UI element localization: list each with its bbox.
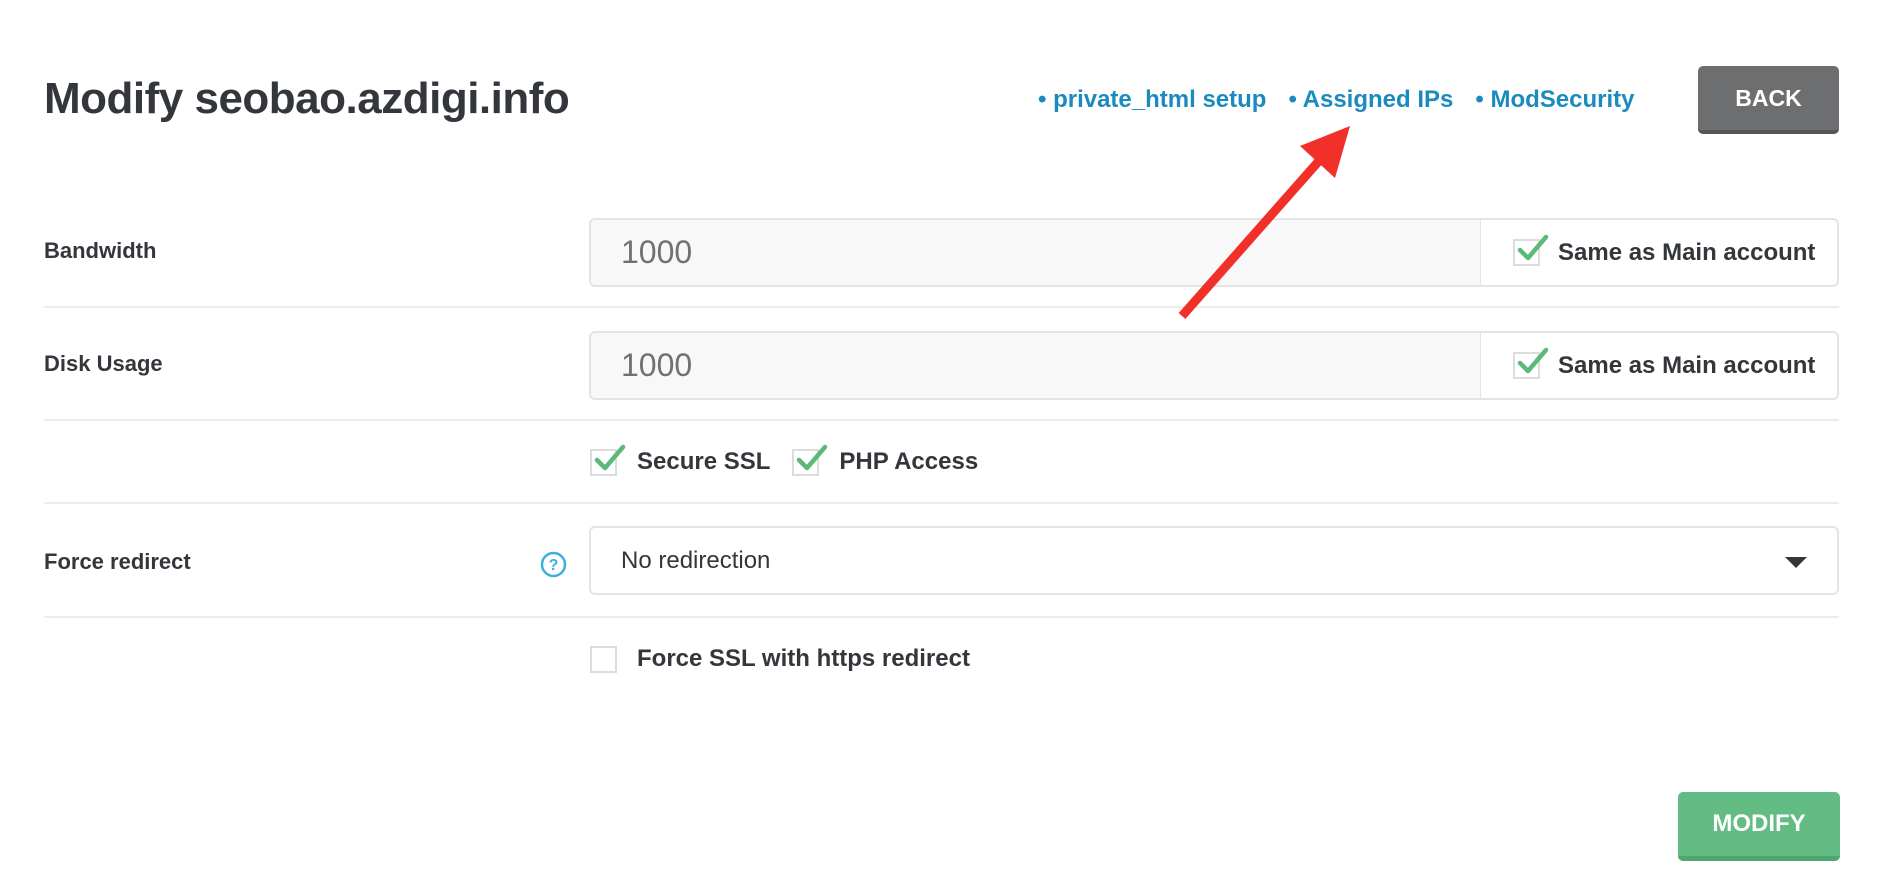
header-links: • private_html setup • Assigned IPs • Mo…: [1038, 86, 1634, 114]
disk-usage-input-group: 1000 Same as Main account: [589, 331, 1839, 400]
disk-usage-same-as-main[interactable]: Same as Main account: [1481, 331, 1839, 400]
bandwidth-same-checkbox[interactable]: [1513, 234, 1549, 266]
check-icon: [1517, 347, 1549, 374]
secure-ssl-checkbox[interactable]: [590, 444, 626, 476]
divider: [44, 502, 1839, 504]
disk-usage-input[interactable]: 1000: [589, 331, 1481, 400]
bandwidth-same-label: Same as Main account: [1558, 238, 1816, 266]
check-icon: [594, 444, 626, 470]
caret-down-icon: [1785, 557, 1807, 568]
modify-button[interactable]: MODIFY: [1678, 792, 1840, 861]
force-redirect-label: Force redirect: [44, 549, 191, 574]
php-access-checkbox[interactable]: [792, 444, 828, 476]
force-ssl-label: Force SSL with https redirect: [637, 645, 970, 672]
bandwidth-input-group: 1000 Same as Main account: [589, 218, 1839, 287]
force-ssl-row: Force SSL with https redirect: [590, 645, 992, 673]
page-title: Modify seobao.azdigi.info: [44, 74, 570, 123]
assigned-ips-link[interactable]: • Assigned IPs: [1288, 86, 1453, 114]
bandwidth-label: Bandwidth: [44, 238, 157, 263]
secure-ssl-label: Secure SSL: [637, 448, 771, 475]
divider: [44, 306, 1839, 308]
check-icon: [1517, 234, 1549, 261]
check-icon: [797, 444, 828, 470]
disk-usage-label: Disk Usage: [44, 351, 163, 376]
svg-text:?: ?: [549, 557, 559, 574]
options-row: Secure SSL PHP Access: [590, 444, 1000, 476]
force-redirect-select[interactable]: No redirection: [589, 526, 1839, 595]
disk-usage-same-checkbox[interactable]: [1513, 347, 1549, 379]
annotation-arrow-icon: [1178, 126, 1350, 319]
divider: [44, 616, 1839, 618]
force-redirect-selected: No redirection: [621, 546, 771, 574]
bandwidth-same-as-main[interactable]: Same as Main account: [1481, 218, 1839, 287]
divider: [44, 419, 1839, 421]
force-ssl-checkbox[interactable]: [590, 645, 617, 673]
private-html-setup-link[interactable]: • private_html setup: [1038, 86, 1266, 114]
php-access-label: PHP Access: [839, 448, 979, 475]
back-button[interactable]: BACK: [1698, 66, 1839, 134]
question-circle-icon[interactable]: ?: [540, 551, 567, 578]
bandwidth-input[interactable]: 1000: [589, 218, 1481, 287]
disk-usage-same-label: Same as Main account: [1558, 351, 1816, 379]
modsecurity-link[interactable]: • ModSecurity: [1475, 86, 1634, 114]
